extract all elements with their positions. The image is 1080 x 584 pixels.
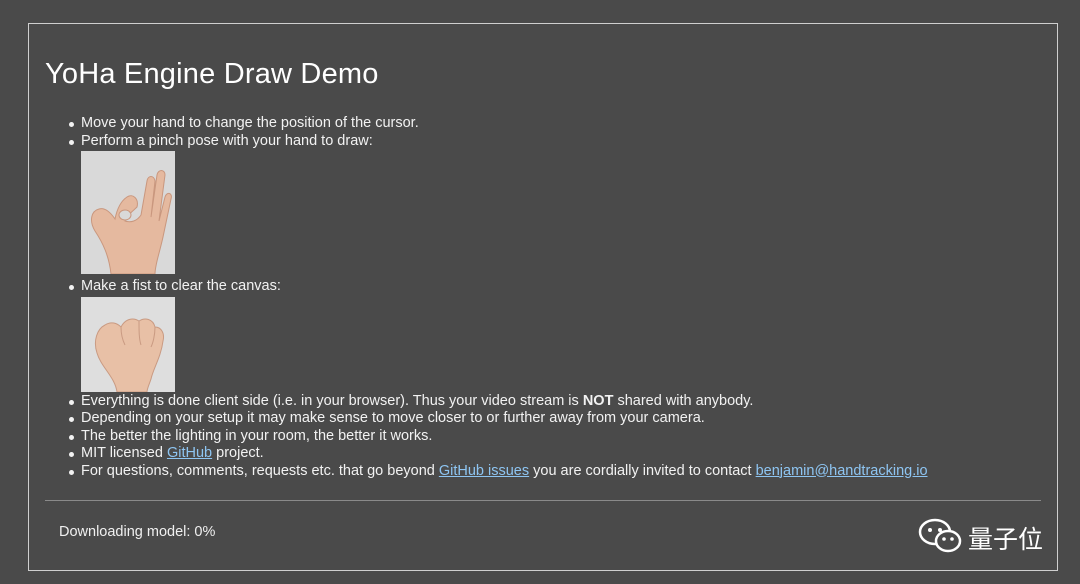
list-item: For questions, comments, requests etc. t…	[69, 462, 928, 479]
divider	[45, 500, 1041, 501]
github-link[interactable]: GitHub	[167, 445, 212, 461]
fist-hand-image	[81, 296, 175, 392]
list-item: The better the lighting in your room, th…	[69, 427, 928, 446]
watermark-text: 量子位	[967, 524, 1043, 554]
instruction-lighting: The better the lighting in your room, th…	[81, 427, 433, 444]
instruction-fist: Make a fist to clear the canvas:	[81, 278, 281, 294]
download-status: Downloading model: 0%	[59, 524, 216, 540]
instruction-move: Move your hand to change the position of…	[81, 115, 419, 131]
list-item: Depending on your setup it may make sens…	[69, 410, 928, 428]
list-item: Make a fist to clear the canvas:	[69, 278, 928, 392]
pinch-hand-image	[81, 151, 175, 274]
list-item: Move your hand to change the position of…	[69, 115, 928, 133]
list-item: Perform a pinch pose with your hand to d…	[69, 132, 928, 274]
contact-email-link[interactable]: benjamin@handtracking.io	[756, 463, 928, 479]
demo-panel: YoHa Engine Draw Demo Move your hand to …	[28, 23, 1058, 571]
instruction-distance: Depending on your setup it may make sens…	[81, 410, 705, 426]
instruction-list: Move your hand to change the position of…	[69, 115, 928, 480]
instruction-pinch: Perform a pinch pose with your hand to d…	[81, 132, 373, 149]
github-issues-link[interactable]: GitHub issues	[439, 463, 529, 479]
watermark: 量子位	[918, 517, 1043, 558]
emphasis-not: NOT	[582, 392, 614, 409]
wechat-icon	[918, 517, 962, 558]
page-title: YoHa Engine Draw Demo	[45, 58, 379, 90]
list-item: MIT licensed GitHub project.	[69, 445, 928, 463]
list-item: Everything is done client side (i.e. in …	[69, 392, 928, 411]
